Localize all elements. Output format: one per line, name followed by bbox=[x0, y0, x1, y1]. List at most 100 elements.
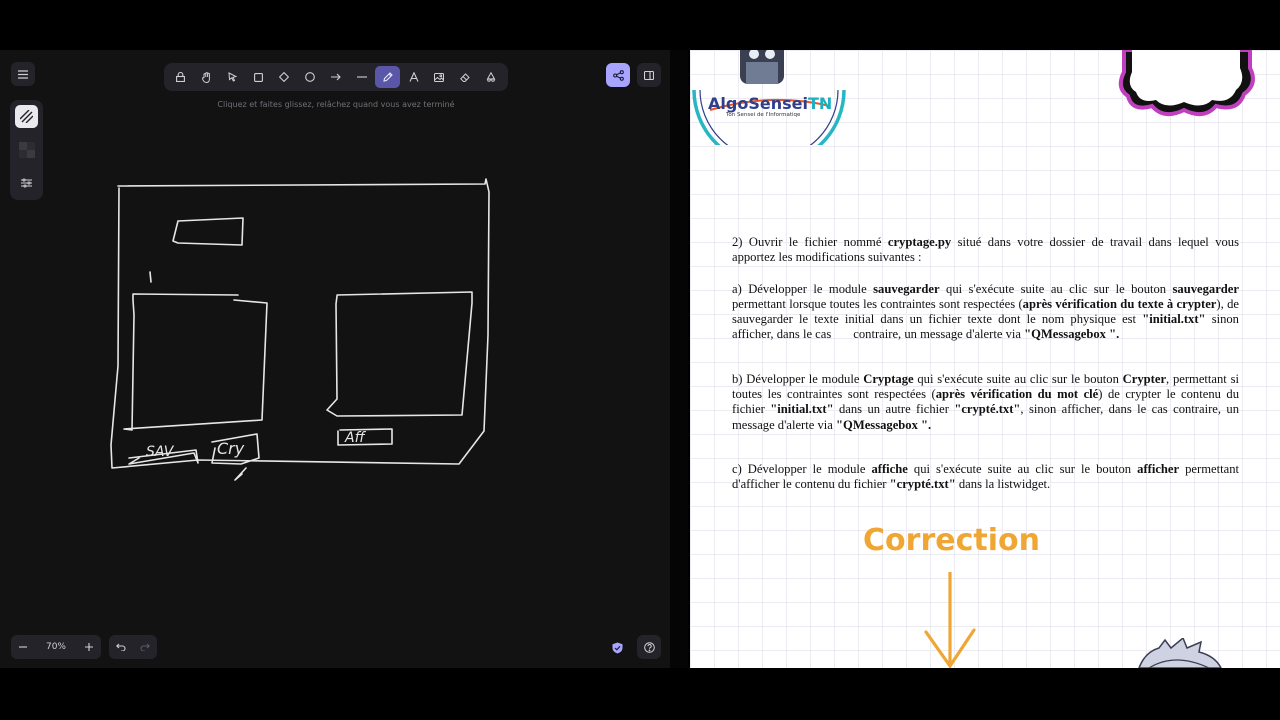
text-run: 2) Ouvrir le fichier nommé bbox=[732, 235, 888, 249]
bold-run: "QMessagebox ". bbox=[836, 417, 932, 432]
text-run: qui s'exécute suite au clic sur le bouto… bbox=[907, 461, 1138, 476]
tool-image[interactable] bbox=[427, 66, 452, 88]
bold-run: cryptage.py bbox=[887, 235, 952, 249]
ellipse-icon bbox=[305, 72, 315, 82]
tool-extra[interactable] bbox=[479, 66, 504, 88]
bold-run: "QMessagebox ". bbox=[1024, 327, 1120, 342]
help-button[interactable] bbox=[637, 635, 661, 659]
bold-run: affiche bbox=[871, 461, 908, 476]
rectangle-icon bbox=[254, 72, 263, 82]
tool-hand[interactable] bbox=[194, 66, 219, 88]
logo-name: AlgoSensei bbox=[708, 94, 808, 113]
down-arrow-icon bbox=[924, 572, 976, 668]
help-icon bbox=[643, 641, 655, 653]
tool-selection[interactable] bbox=[220, 66, 245, 88]
bold-run: après vérification du mot clé bbox=[935, 387, 1099, 402]
settings-option[interactable] bbox=[15, 171, 38, 194]
logo: AlgoSenseiTN Ton Sensei de l'Informatiqe bbox=[690, 50, 850, 145]
letterbox-bottom bbox=[0, 668, 1280, 720]
hamburger-icon bbox=[18, 69, 28, 79]
bold-run: après vérification du texte à crypter bbox=[1022, 296, 1217, 311]
diamond-icon bbox=[279, 72, 290, 82]
fill-cross-hatch-option[interactable] bbox=[15, 138, 38, 161]
sketch-label-aff: Aff bbox=[344, 430, 367, 446]
text-run: dans un autre fichier bbox=[833, 402, 955, 417]
cursor-icon bbox=[228, 72, 238, 82]
text-run: a) Développer le module bbox=[732, 281, 874, 296]
text-run: dans la listwidget. bbox=[955, 477, 1051, 492]
menu-button[interactable] bbox=[11, 62, 35, 86]
undo-icon bbox=[116, 643, 126, 651]
mascot-hair bbox=[1138, 638, 1222, 668]
privacy-shield[interactable] bbox=[607, 638, 627, 658]
tool-rectangle[interactable] bbox=[246, 66, 271, 88]
tool-hint: Cliquez et faites glissez, relâchez quan… bbox=[217, 100, 455, 109]
sketch-left-panel bbox=[123, 293, 268, 431]
logo-suffix: TN bbox=[807, 94, 833, 113]
tool-line[interactable] bbox=[349, 66, 374, 88]
zoom-out-button[interactable] bbox=[11, 635, 35, 659]
text-run: qui s'exécute suite au clic sur le bouto… bbox=[939, 281, 1173, 296]
text-run: b) Développer le module bbox=[732, 371, 864, 386]
sketch-right-panel bbox=[326, 291, 473, 417]
tool-lock[interactable] bbox=[169, 66, 194, 88]
line-icon bbox=[356, 76, 367, 78]
tool-bar bbox=[164, 63, 508, 91]
sketch-label-cry: Cry bbox=[217, 439, 245, 458]
eraser-icon bbox=[460, 72, 470, 82]
text-icon bbox=[409, 72, 419, 82]
sketch-title-box bbox=[172, 217, 244, 246]
share-button[interactable] bbox=[606, 63, 630, 87]
library-button[interactable] bbox=[637, 63, 661, 87]
tool-draw[interactable] bbox=[375, 66, 401, 88]
bold-run: afficher bbox=[1137, 461, 1180, 476]
sketch-label-sav: SAV bbox=[146, 444, 175, 460]
hachure-icon bbox=[20, 110, 33, 123]
bold-run: "crypté.txt" bbox=[889, 477, 956, 492]
tool-arrow[interactable] bbox=[324, 66, 349, 88]
exercise-text: 2) Ouvrir le fichier nommé cryptage.py s… bbox=[732, 235, 1239, 509]
question-2: 2) Ouvrir le fichier nommé cryptage.py s… bbox=[732, 235, 1239, 266]
fill-hachure-option[interactable] bbox=[15, 105, 38, 128]
whiteboard-app: SAV Cry Aff Cliquez et faites glissez, r… bbox=[0, 50, 670, 668]
bold-run: sauvegarder bbox=[1172, 281, 1239, 296]
bold-run: sauvegarder bbox=[873, 281, 940, 296]
sketch-stroke bbox=[149, 271, 152, 283]
sidebar-icon bbox=[644, 70, 654, 80]
redo-icon bbox=[140, 643, 150, 651]
bold-run: Cryptage bbox=[863, 371, 914, 386]
bold-run: Crypter bbox=[1122, 371, 1167, 386]
undo-button[interactable] bbox=[109, 635, 133, 659]
tool-text[interactable] bbox=[401, 66, 426, 88]
style-panel bbox=[10, 100, 43, 200]
bold-run: "initial.txt" bbox=[770, 402, 834, 417]
sliders-icon bbox=[21, 177, 32, 188]
hand-icon bbox=[201, 71, 210, 83]
text-run: c) Développer le module bbox=[732, 461, 872, 476]
panel-divider bbox=[670, 50, 688, 668]
zoom-level[interactable]: 70% bbox=[35, 635, 77, 659]
question-b: b) Développer le module Cryptage qui s'e… bbox=[732, 372, 1239, 433]
text-run: permettant lorsque toutes les contrainte… bbox=[732, 296, 1023, 311]
arrow-icon bbox=[330, 73, 341, 81]
question-c: c) Développer le module affiche qui s'ex… bbox=[732, 462, 1239, 493]
bold-run: "crypté.txt" bbox=[954, 402, 1021, 417]
share-icon bbox=[612, 69, 624, 81]
logo-tagline: Ton Sensei de l'Informatiqe bbox=[726, 112, 801, 118]
tool-ellipse[interactable] bbox=[298, 66, 323, 88]
question-a: a) Développer le module sauvegarder qui … bbox=[732, 282, 1239, 343]
shapes-icon bbox=[486, 72, 496, 82]
plus-icon bbox=[85, 643, 93, 651]
shield-check-icon bbox=[612, 642, 622, 654]
bold-run: "initial.txt" bbox=[1142, 312, 1206, 327]
zoom-controls: 70% bbox=[11, 635, 101, 659]
minus-icon bbox=[19, 646, 27, 648]
logo-text: AlgoSenseiTN bbox=[708, 94, 832, 113]
text-run: qui s'exécute suite au clic sur le bouto… bbox=[913, 371, 1123, 386]
sketch-window-frame bbox=[110, 178, 490, 469]
redo-button[interactable] bbox=[133, 635, 157, 659]
tool-diamond[interactable] bbox=[272, 66, 297, 88]
tool-eraser[interactable] bbox=[453, 66, 478, 88]
zoom-in-button[interactable] bbox=[77, 635, 101, 659]
drawing-canvas[interactable]: SAV Cry Aff bbox=[0, 50, 670, 668]
